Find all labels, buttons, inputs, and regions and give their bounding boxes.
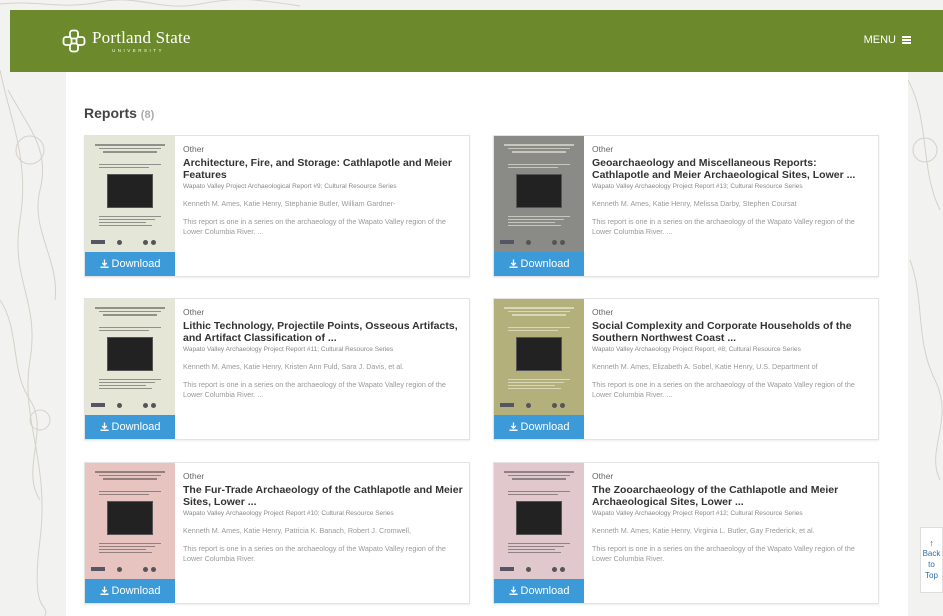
download-label: Download bbox=[520, 585, 570, 597]
report-details: Other The Zooarchaeology of the Cathlapo… bbox=[592, 471, 872, 564]
download-label: Download bbox=[111, 585, 161, 597]
report-title-link[interactable]: Architecture, Fire, and Storage: Cathlap… bbox=[183, 157, 463, 181]
report-authors: Kenneth M. Ames, Katie Henry, Kristen An… bbox=[183, 362, 404, 371]
hamburger-icon bbox=[902, 36, 911, 44]
logo-subtitle: UNIVERSITY bbox=[112, 48, 165, 53]
back-to-top-label-1: Back bbox=[922, 549, 941, 558]
download-icon bbox=[99, 422, 109, 431]
download-icon bbox=[508, 259, 518, 268]
report-series: Wapato Valley Archaeology Project Report… bbox=[592, 183, 803, 190]
menu-button[interactable]: MENU bbox=[864, 34, 911, 46]
report-series: Wapato Valley Archaeology Project Report… bbox=[592, 346, 801, 353]
report-card[interactable]: Download Other Social Complexity and Cor… bbox=[493, 298, 879, 440]
back-to-top-label-3: Top bbox=[925, 571, 938, 580]
report-category: Other bbox=[592, 471, 614, 481]
report-series: Wapato Valley Archaeology Project Report… bbox=[183, 346, 394, 353]
logo-wordmark: Portland State bbox=[92, 28, 191, 47]
report-title-link[interactable]: Lithic Technology, Projectile Points, Os… bbox=[183, 320, 463, 344]
page-title-text: Reports bbox=[84, 105, 137, 121]
report-title-link[interactable]: The Zooarchaeology of the Cathlapotle an… bbox=[592, 484, 872, 508]
report-cover-thumbnail[interactable] bbox=[85, 136, 175, 254]
menu-label: MENU bbox=[863, 34, 896, 46]
report-authors: Kenneth M. Ames, Katie Henry, Virginia L… bbox=[592, 526, 815, 535]
report-description: This report is one in a series on the ar… bbox=[183, 380, 446, 399]
report-series: Wapato Valley Archaeology Project Report… bbox=[592, 510, 803, 517]
report-cover-thumbnail[interactable] bbox=[85, 299, 175, 417]
download-button[interactable]: Download bbox=[494, 415, 584, 439]
report-title-link[interactable]: The Fur-Trade Archaeology of the Cathlap… bbox=[183, 484, 463, 508]
report-description: This report is one in a series on the ar… bbox=[592, 217, 855, 236]
report-authors: Kenneth M. Ames, Katie Henry, Stephanie … bbox=[183, 199, 396, 208]
download-button[interactable]: Download bbox=[85, 415, 175, 439]
result-count: (8) bbox=[140, 109, 155, 121]
download-button[interactable]: Download bbox=[85, 252, 175, 276]
report-card[interactable]: Download Other The Fur-Trade Archaeology… bbox=[84, 462, 470, 604]
report-details: Other Social Complexity and Corporate Ho… bbox=[592, 307, 872, 400]
report-series: Wapato Valley Archaeology Project Report… bbox=[183, 510, 394, 517]
download-icon bbox=[99, 259, 109, 268]
report-description: This report is one in a series on the ar… bbox=[183, 544, 446, 563]
report-details: Other The Fur-Trade Archaeology of the C… bbox=[183, 471, 463, 564]
report-category: Other bbox=[183, 144, 205, 154]
report-description: This report is one in a series on the ar… bbox=[183, 217, 446, 236]
site-header: Portland State UNIVERSITY MENU bbox=[10, 10, 943, 72]
report-description: This report is one in a series on the ar… bbox=[592, 544, 855, 563]
back-to-top-label-2: to bbox=[928, 560, 935, 569]
report-category: Other bbox=[592, 144, 614, 154]
report-category: Other bbox=[183, 471, 205, 481]
download-button[interactable]: Download bbox=[85, 579, 175, 603]
report-description: This report is one in a series on the ar… bbox=[592, 380, 855, 399]
arrow-up-icon: ↑ bbox=[929, 538, 934, 548]
download-icon bbox=[99, 586, 109, 595]
download-label: Download bbox=[111, 258, 161, 270]
download-button[interactable]: Download bbox=[494, 579, 584, 603]
download-label: Download bbox=[111, 421, 161, 433]
report-card[interactable]: Download Other Architecture, Fire, and S… bbox=[84, 135, 470, 277]
report-cover-thumbnail[interactable] bbox=[85, 463, 175, 581]
download-label: Download bbox=[520, 258, 570, 270]
report-authors: Kenneth M. Ames, Katie Henry, Melissa Da… bbox=[592, 199, 797, 208]
report-cover-thumbnail[interactable] bbox=[494, 299, 584, 417]
report-cover-thumbnail[interactable] bbox=[494, 136, 584, 254]
report-card[interactable]: Download Other Lithic Technology, Projec… bbox=[84, 298, 470, 440]
back-to-top-button[interactable]: ↑ Back to Top bbox=[920, 527, 943, 593]
psu-logo-icon bbox=[62, 29, 86, 53]
report-card[interactable]: Download Other Geoarchaeology and Miscel… bbox=[493, 135, 879, 277]
report-authors: Kenneth M. Ames, Elizabeth A. Sobel, Kat… bbox=[592, 362, 818, 371]
download-label: Download bbox=[520, 421, 570, 433]
report-details: Other Geoarchaeology and Miscellaneous R… bbox=[592, 144, 872, 237]
page-title: Reports (8) bbox=[84, 105, 154, 121]
report-cover-thumbnail[interactable] bbox=[494, 463, 584, 581]
report-title-link[interactable]: Social Complexity and Corporate Househol… bbox=[592, 320, 872, 344]
report-series: Wapato Valley Project Archaeological Rep… bbox=[183, 183, 397, 190]
download-button[interactable]: Download bbox=[494, 252, 584, 276]
report-details: Other Architecture, Fire, and Storage: C… bbox=[183, 144, 463, 237]
download-icon bbox=[508, 586, 518, 595]
report-details: Other Lithic Technology, Projectile Poin… bbox=[183, 307, 463, 400]
download-icon bbox=[508, 422, 518, 431]
report-category: Other bbox=[183, 307, 205, 317]
report-card[interactable]: Download Other The Zooarchaeology of the… bbox=[493, 462, 879, 604]
report-authors: Kenneth M. Ames, Katie Henry, Patricia K… bbox=[183, 526, 411, 535]
report-title-link[interactable]: Geoarchaeology and Miscellaneous Reports… bbox=[592, 157, 872, 181]
report-category: Other bbox=[592, 307, 614, 317]
